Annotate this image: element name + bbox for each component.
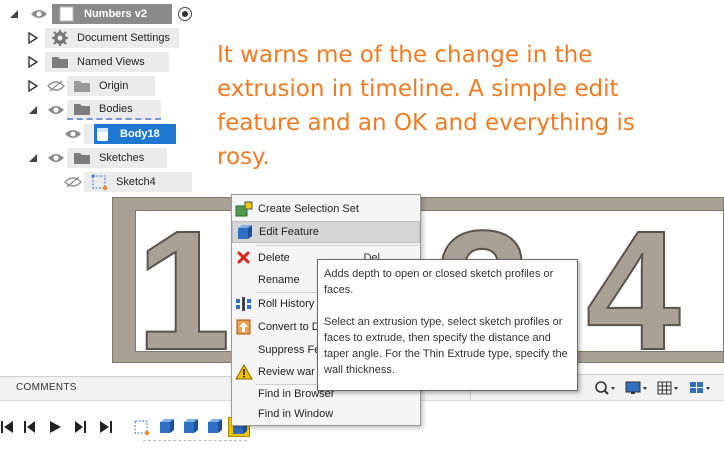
eye-icon[interactable] [47, 152, 65, 164]
tooltip-details: Select an extrusion type, select sketch … [324, 316, 568, 376]
menu-item-create-selection-set[interactable]: Create Selection Set [232, 198, 420, 220]
digit-1: 1 [136, 197, 231, 363]
browser-item-document-settings[interactable]: Document Settings [27, 28, 179, 48]
browser-item-sketches[interactable]: Sketches [27, 148, 167, 168]
digit-4: 4 [586, 197, 681, 363]
timeline-sketch-icon[interactable] [133, 417, 151, 437]
document-settings-node[interactable]: Document Settings [45, 28, 179, 48]
origin-label: Origin [99, 80, 129, 92]
sketches-node[interactable]: Sketches [67, 148, 167, 168]
folder-icon [73, 149, 91, 167]
eye-hidden-icon[interactable] [64, 176, 82, 188]
collapse-triangle-icon[interactable] [8, 8, 20, 20]
menu-item-edit-feature[interactable]: Edit Feature [232, 221, 420, 243]
eye-icon[interactable] [47, 104, 65, 116]
folder-icon [73, 77, 91, 95]
selection-set-icon [235, 201, 253, 217]
sketches-label: Sketches [99, 152, 145, 164]
browser-root-row[interactable]: Numbers v2 [8, 4, 192, 24]
roll-history-icon [235, 296, 253, 312]
body18-node[interactable]: Body18 [94, 124, 176, 144]
body18-label: Body18 [120, 128, 160, 140]
named-views-node[interactable]: Named Views [45, 52, 169, 72]
viewports-icon[interactable] [688, 379, 714, 397]
folder-icon [51, 53, 69, 71]
go-to-start-icon[interactable] [0, 419, 16, 435]
gear-icon [51, 29, 69, 47]
bodies-node[interactable]: Bodies [67, 100, 161, 120]
collapse-triangle-icon[interactable] [27, 104, 39, 116]
document-icon [58, 5, 76, 23]
convert-icon [235, 319, 253, 335]
grid-icon[interactable] [656, 379, 682, 397]
delete-icon [235, 250, 253, 266]
browser-item-named-views[interactable]: Named Views [27, 52, 169, 72]
timeline-track [143, 440, 247, 442]
menu-separator [256, 245, 418, 246]
browser-item-bodies[interactable]: Bodies [27, 100, 161, 120]
timeline-extrude-icon[interactable] [181, 417, 199, 437]
folder-icon [73, 100, 91, 118]
play-icon[interactable] [47, 419, 63, 435]
browser-root-node[interactable]: Numbers v2 [52, 4, 172, 24]
sketch4-label: Sketch4 [116, 176, 156, 188]
document-settings-label: Document Settings [77, 32, 170, 44]
annotation-text: It warns me of the change in the extrusi… [217, 42, 635, 170]
timeline-extrude-icon[interactable] [205, 417, 223, 437]
eye-icon[interactable] [64, 128, 82, 140]
extrude-icon [236, 224, 254, 240]
zoom-icon[interactable] [592, 379, 618, 397]
sketch-icon [90, 173, 108, 191]
browser-item-origin[interactable]: Origin [27, 76, 155, 96]
tooltip-summary: Adds depth to open or closed sketch prof… [324, 268, 554, 296]
expand-triangle-icon[interactable] [27, 56, 39, 68]
eye-hidden-icon[interactable] [47, 80, 65, 92]
display-settings-icon[interactable] [624, 379, 650, 397]
warning-icon [235, 364, 253, 380]
timeline-extrude-icon[interactable] [157, 417, 175, 437]
bodies-label: Bodies [99, 103, 133, 115]
expand-triangle-icon[interactable] [27, 80, 39, 92]
origin-node[interactable]: Origin [67, 76, 155, 96]
step-forward-icon[interactable] [72, 419, 88, 435]
comments-label: COMMENTS [16, 382, 77, 393]
collapse-triangle-icon[interactable] [27, 152, 39, 164]
sketch4-node[interactable]: Sketch4 [84, 172, 192, 192]
step-back-icon[interactable] [22, 419, 38, 435]
body18-spacer [84, 124, 94, 144]
body-icon [94, 125, 112, 143]
browser-root-label: Numbers v2 [84, 8, 147, 20]
activate-radio-icon[interactable] [178, 7, 192, 21]
browser-item-body18[interactable]: Body18 [64, 124, 176, 144]
named-views-label: Named Views [77, 56, 145, 68]
feature-tooltip: Adds depth to open or closed sketch prof… [317, 259, 578, 391]
go-to-end-icon[interactable] [97, 419, 113, 435]
expand-triangle-icon[interactable] [27, 32, 39, 44]
menu-item-find-in-window[interactable]: Find in Window [232, 403, 420, 425]
eye-icon[interactable] [30, 8, 48, 20]
browser-item-sketch4[interactable]: Sketch4 [64, 172, 192, 192]
